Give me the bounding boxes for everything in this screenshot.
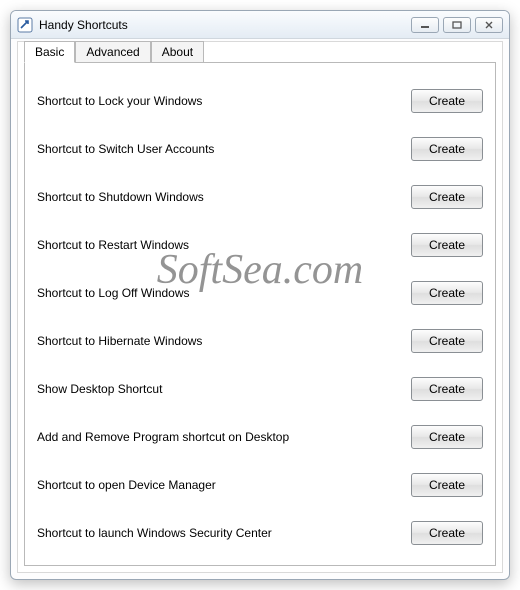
shortcut-row: Shortcut to Restart Windows Create — [37, 221, 483, 269]
shortcut-label: Shortcut to launch Windows Security Cent… — [37, 526, 272, 540]
shortcut-label: Shortcut to Switch User Accounts — [37, 142, 214, 156]
shortcut-label: Shortcut to open Device Manager — [37, 478, 216, 492]
tab-label: About — [162, 45, 193, 59]
shortcut-row: Show Desktop Shortcut Create — [37, 365, 483, 413]
close-button[interactable] — [475, 17, 503, 33]
shortcut-row: Shortcut to Lock your Windows Create — [37, 77, 483, 125]
shortcut-row: Shortcut to launch Windows Security Cent… — [37, 509, 483, 557]
shortcut-row: Shortcut to Hibernate Windows Create — [37, 317, 483, 365]
shortcut-label: Shortcut to Shutdown Windows — [37, 190, 204, 204]
maximize-button[interactable] — [443, 17, 471, 33]
create-button[interactable]: Create — [411, 329, 483, 353]
tab-advanced[interactable]: Advanced — [75, 41, 150, 63]
create-button[interactable]: Create — [411, 377, 483, 401]
shortcut-label: Show Desktop Shortcut — [37, 382, 162, 396]
shortcut-label: Shortcut to Restart Windows — [37, 238, 189, 252]
create-button[interactable]: Create — [411, 185, 483, 209]
app-icon — [17, 17, 33, 33]
create-button[interactable]: Create — [411, 137, 483, 161]
window-controls — [411, 17, 503, 33]
minimize-button[interactable] — [411, 17, 439, 33]
shortcut-label: Shortcut to Hibernate Windows — [37, 334, 202, 348]
shortcut-label: Shortcut to Lock your Windows — [37, 94, 202, 108]
shortcut-label: Add and Remove Program shortcut on Deskt… — [37, 430, 289, 444]
create-button[interactable]: Create — [411, 233, 483, 257]
tab-basic[interactable]: Basic — [24, 41, 75, 63]
titlebar: Handy Shortcuts — [11, 11, 509, 39]
shortcut-row: Add and Remove Program shortcut on Deskt… — [37, 413, 483, 461]
tab-label: Basic — [35, 45, 64, 59]
shortcut-row: Shortcut to Log Off Windows Create — [37, 269, 483, 317]
shortcut-row: Shortcut to Shutdown Windows Create — [37, 173, 483, 221]
window-title: Handy Shortcuts — [39, 18, 411, 32]
tab-label: Advanced — [86, 45, 139, 59]
shortcut-row: Shortcut to open Device Manager Create — [37, 461, 483, 509]
shortcut-row: Shortcut to Switch User Accounts Create — [37, 125, 483, 173]
create-button[interactable]: Create — [411, 521, 483, 545]
app-window: Handy Shortcuts Basic Advanced About — [10, 10, 510, 580]
create-button[interactable]: Create — [411, 281, 483, 305]
tab-strip: Basic Advanced About — [24, 41, 204, 63]
tab-about[interactable]: About — [151, 41, 204, 63]
create-button[interactable]: Create — [411, 473, 483, 497]
tab-panel-basic: Shortcut to Lock your Windows Create Sho… — [24, 62, 496, 566]
shortcut-label: Shortcut to Log Off Windows — [37, 286, 190, 300]
create-button[interactable]: Create — [411, 425, 483, 449]
create-button[interactable]: Create — [411, 89, 483, 113]
client-area: Basic Advanced About Shortcut to Lock yo… — [17, 41, 503, 573]
